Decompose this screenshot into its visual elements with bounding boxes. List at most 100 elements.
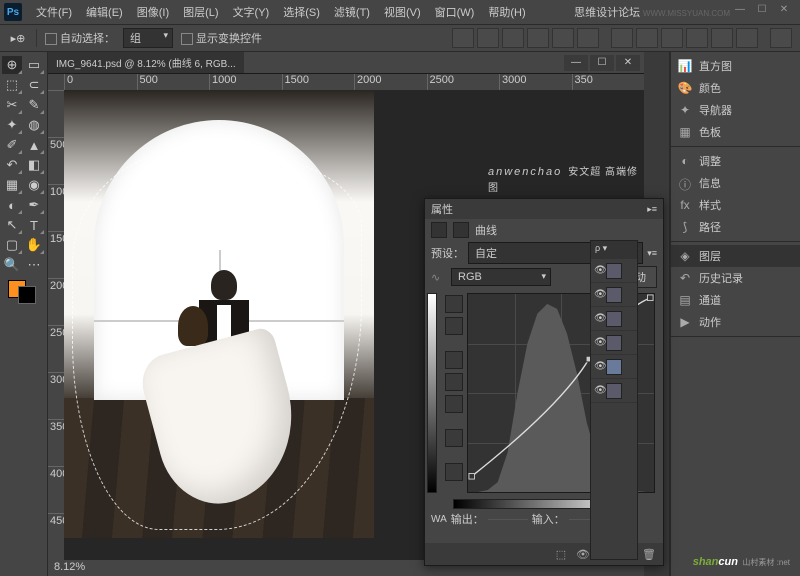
- panel-icon: ⟆: [677, 220, 693, 234]
- auto-select-check[interactable]: 自动选择：: [45, 30, 115, 46]
- channel-icon: ∿: [431, 271, 447, 284]
- shape-tool[interactable]: ▢: [2, 236, 22, 254]
- doc-max-icon[interactable]: ☐: [590, 55, 614, 71]
- pen-tool[interactable]: ✒: [24, 196, 44, 214]
- marquee-tool[interactable]: ⬚: [2, 76, 22, 94]
- edit-points-tool[interactable]: [445, 429, 463, 447]
- draw-tool[interactable]: [445, 317, 463, 335]
- sample-dark-tool[interactable]: [445, 351, 463, 369]
- trash-icon[interactable]: 🗑: [641, 547, 657, 561]
- gradient-tool[interactable]: ▦: [2, 176, 22, 194]
- zoom-level[interactable]: 8.12%: [54, 561, 85, 573]
- panel-tab-直方图[interactable]: 📊直方图: [671, 55, 800, 77]
- menu-layer[interactable]: 图层(L): [177, 2, 224, 22]
- brush-tool[interactable]: ✐: [2, 136, 22, 154]
- main-menu: 文件(F) 编辑(E) 图像(I) 图层(L) 文字(Y) 选择(S) 滤镜(T…: [30, 2, 532, 22]
- tool-extra[interactable]: ⋯: [24, 256, 44, 274]
- panel-tab-色板[interactable]: ▦色板: [671, 121, 800, 143]
- menu-type[interactable]: 文字(Y): [227, 2, 276, 22]
- view-icon[interactable]: 👁: [575, 547, 591, 561]
- align-icon[interactable]: [552, 28, 574, 48]
- blur-tool[interactable]: ◉: [24, 176, 44, 194]
- align-icon[interactable]: [502, 28, 524, 48]
- dist-icon[interactable]: [636, 28, 658, 48]
- history-brush-tool[interactable]: ↶: [2, 156, 22, 174]
- panel-subheader: 曲线: [425, 219, 663, 241]
- channel-dropdown[interactable]: RGB: [451, 268, 551, 286]
- input-label: 输入：: [532, 511, 565, 527]
- point-tool[interactable]: [445, 295, 463, 313]
- panel-icon: ▶: [677, 315, 693, 329]
- opt-icon[interactable]: [770, 28, 792, 48]
- align-icon[interactable]: [477, 28, 499, 48]
- panel-tab-颜色[interactable]: 🎨颜色: [671, 77, 800, 99]
- gradient-vertical: [427, 293, 437, 493]
- path-tool[interactable]: ↖: [2, 216, 22, 234]
- menu-file[interactable]: 文件(F): [30, 2, 78, 22]
- doc-close-icon[interactable]: ✕: [616, 55, 640, 71]
- panel-tab-路径[interactable]: ⟆路径: [671, 216, 800, 238]
- hand-tool[interactable]: ✋: [24, 236, 44, 254]
- panel-icon: 🎨: [677, 81, 693, 95]
- panel-tab-调整[interactable]: ◐调整: [671, 150, 800, 172]
- crop-tool[interactable]: ✂: [2, 96, 22, 114]
- bg-color[interactable]: [18, 286, 36, 304]
- window-controls: — ☐ ✕: [732, 2, 792, 16]
- panel-icon: ↶: [677, 271, 693, 285]
- panel-tab-导航器[interactable]: ✦导航器: [671, 99, 800, 121]
- menu-view[interactable]: 视图(V): [378, 2, 427, 22]
- panel-tab-图层[interactable]: ◈图层: [671, 245, 800, 267]
- color-swatches[interactable]: [2, 276, 45, 310]
- panel-tab-历史记录[interactable]: ↶历史记录: [671, 267, 800, 289]
- align-icons: [452, 28, 792, 48]
- dist-icon[interactable]: [611, 28, 633, 48]
- panel-tab-信息[interactable]: ⓘ信息: [671, 172, 800, 194]
- clip-icon[interactable]: ⬚: [553, 547, 569, 561]
- minimize-icon[interactable]: —: [732, 2, 748, 16]
- menu-filter[interactable]: 滤镜(T): [328, 2, 376, 22]
- heal-tool[interactable]: ◍: [24, 116, 44, 134]
- close-icon[interactable]: ✕: [776, 2, 792, 16]
- panel-tab-动作[interactable]: ▶动作: [671, 311, 800, 333]
- show-transform-check[interactable]: 显示变换控件: [181, 30, 262, 46]
- curves-icon: [431, 222, 447, 238]
- dist-icon[interactable]: [661, 28, 683, 48]
- align-icon[interactable]: [527, 28, 549, 48]
- panel-icon: ◈: [677, 249, 693, 263]
- doc-min-icon[interactable]: —: [564, 55, 588, 71]
- panel-header[interactable]: 属性▸≡: [425, 199, 663, 219]
- dodge-tool[interactable]: ◐: [2, 196, 22, 214]
- align-icon[interactable]: [452, 28, 474, 48]
- hand-icon[interactable]: [445, 463, 463, 481]
- artboard-tool[interactable]: ▭: [24, 56, 44, 74]
- stamp-tool[interactable]: ▲: [24, 136, 44, 154]
- dist-icon[interactable]: [736, 28, 758, 48]
- wand-tool[interactable]: ✦: [2, 116, 22, 134]
- type-tool[interactable]: T: [24, 216, 44, 234]
- panel-tab-通道[interactable]: ▤通道: [671, 289, 800, 311]
- maximize-icon[interactable]: ☐: [754, 2, 770, 16]
- preset-label: 预设：: [431, 245, 464, 261]
- doc-tab-bar: IMG_9641.psd @ 8.12% (曲线 6, RGB... — ☐ ✕: [48, 52, 644, 74]
- dist-icon[interactable]: [686, 28, 708, 48]
- sample-light-tool[interactable]: [445, 395, 463, 413]
- align-icon[interactable]: [577, 28, 599, 48]
- sample-mid-tool[interactable]: [445, 373, 463, 391]
- menu-edit[interactable]: 编辑(E): [80, 2, 129, 22]
- menu-select[interactable]: 选择(S): [277, 2, 326, 22]
- panel-tab-样式[interactable]: fx样式: [671, 194, 800, 216]
- options-bar: ▸⊕ 自动选择： 组 显示变换控件: [0, 24, 800, 52]
- lasso-tool[interactable]: ⊂: [24, 76, 44, 94]
- menu-help[interactable]: 帮助(H): [482, 2, 531, 22]
- eyedropper-tool[interactable]: ✎: [24, 96, 44, 114]
- panel-icon: ▦: [677, 125, 693, 139]
- dist-icon[interactable]: [711, 28, 733, 48]
- menu-window[interactable]: 窗口(W): [429, 2, 481, 22]
- layers-header[interactable]: ρ ▾: [591, 241, 637, 259]
- doc-tab[interactable]: IMG_9641.psd @ 8.12% (曲线 6, RGB...: [48, 52, 244, 73]
- eraser-tool[interactable]: ◧: [24, 156, 44, 174]
- move-tool[interactable]: ⊕: [2, 56, 22, 74]
- menu-image[interactable]: 图像(I): [131, 2, 175, 22]
- auto-select-dropdown[interactable]: 组: [123, 28, 173, 48]
- zoom-tool[interactable]: 🔍: [2, 256, 22, 274]
